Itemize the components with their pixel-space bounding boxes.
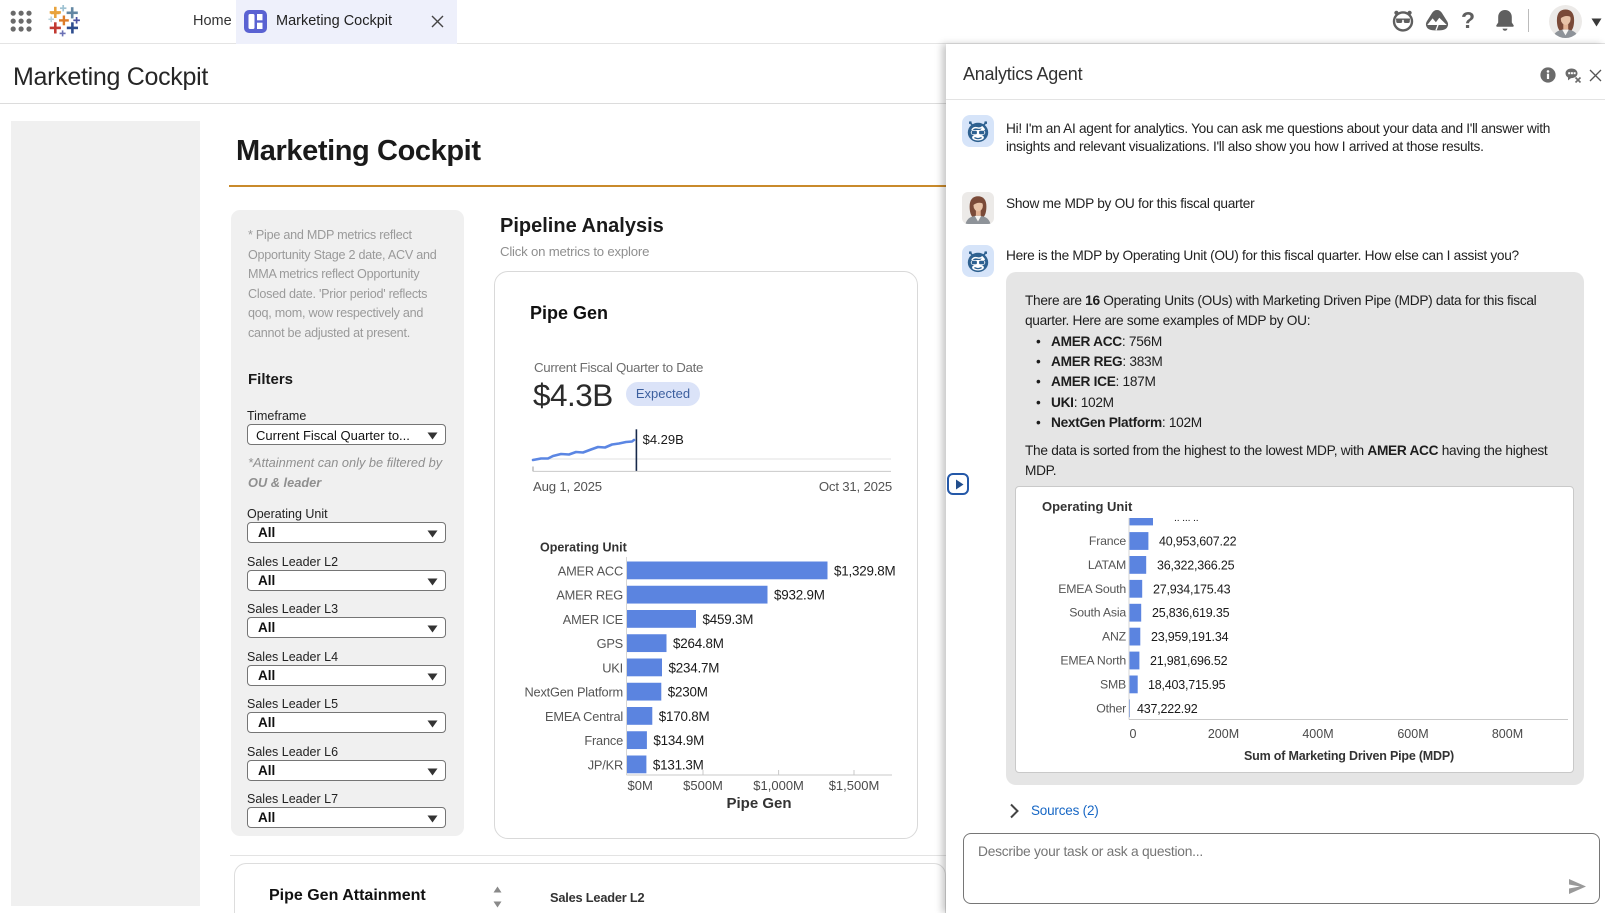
svg-text:$131.3M: $131.3M — [653, 757, 704, 772]
svg-text:UKI: UKI — [602, 660, 623, 675]
svg-text:EMEA South: EMEA South — [1058, 582, 1126, 596]
svg-text:18,403,715.95: 18,403,715.95 — [1148, 678, 1226, 692]
svg-text:$264.8M: $264.8M — [673, 636, 724, 651]
svg-text:Operating Unit: Operating Unit — [1042, 499, 1133, 514]
svg-text:France: France — [584, 733, 623, 748]
svg-text:$500M: $500M — [683, 778, 723, 793]
svg-text:40,953,607.22: 40,953,607.22 — [1159, 535, 1237, 549]
svg-text:600M: 600M — [1397, 727, 1428, 741]
svg-text:$230M: $230M — [668, 685, 708, 700]
svg-text:NextGen Platform: NextGen Platform — [524, 685, 623, 700]
svg-text:25,836,619.35: 25,836,619.35 — [1152, 606, 1230, 620]
svg-text:Aug 1, 2025: Aug 1, 2025 — [533, 479, 602, 494]
svg-text:27,934,175.43: 27,934,175.43 — [1153, 582, 1231, 596]
svg-text:EMEA Central: EMEA Central — [545, 709, 623, 724]
svg-text:23,959,191.34: 23,959,191.34 — [1151, 630, 1229, 644]
svg-text:Sum of Marketing Driven Pipe (: Sum of Marketing Driven Pipe (MDP) — [1244, 749, 1454, 763]
svg-text:21,981,696.52: 21,981,696.52 — [1150, 654, 1228, 668]
svg-text:$1,000M: $1,000M — [753, 778, 804, 793]
svg-text:.. ... ..: .. ... .. — [1174, 512, 1198, 524]
svg-text:ANZ: ANZ — [1102, 630, 1127, 644]
svg-text:36,322,366.25: 36,322,366.25 — [1157, 558, 1235, 572]
svg-text:437,222.92: 437,222.92 — [1137, 702, 1198, 716]
svg-text:JP/KR: JP/KR — [588, 757, 623, 772]
svg-text:SMB: SMB — [1100, 677, 1126, 691]
svg-text:Oct 31, 2025: Oct 31, 2025 — [819, 479, 892, 494]
svg-text:South Asia: South Asia — [1069, 606, 1126, 620]
svg-text:400M: 400M — [1302, 727, 1333, 741]
svg-text:$134.9M: $134.9M — [653, 733, 704, 748]
svg-text:$0M: $0M — [628, 778, 653, 793]
svg-text:$1,500M: $1,500M — [829, 778, 880, 793]
svg-text:AMER ICE: AMER ICE — [563, 612, 623, 627]
svg-text:GPS: GPS — [597, 636, 623, 651]
svg-text:$4.29B: $4.29B — [643, 432, 684, 447]
svg-text:France: France — [1089, 534, 1126, 548]
svg-text:800M: 800M — [1492, 727, 1523, 741]
svg-text:$459.3M: $459.3M — [703, 612, 754, 627]
svg-text:0: 0 — [1130, 727, 1137, 741]
svg-text:EMEA North: EMEA North — [1060, 654, 1126, 668]
svg-text:Pipe Gen: Pipe Gen — [726, 795, 791, 812]
svg-text:LATAM: LATAM — [1088, 558, 1126, 572]
svg-text:$1,329.8M: $1,329.8M — [834, 563, 896, 578]
svg-text:AMER REG: AMER REG — [556, 588, 623, 603]
svg-text:Other: Other — [1096, 701, 1126, 715]
svg-text:$234.7M: $234.7M — [669, 660, 720, 675]
svg-text:$932.9M: $932.9M — [774, 588, 825, 603]
svg-text:Operating Unit: Operating Unit — [540, 541, 628, 555]
svg-text:$170.8M: $170.8M — [659, 709, 710, 724]
svg-text:AMER ACC: AMER ACC — [558, 563, 623, 578]
svg-text:200M: 200M — [1208, 727, 1239, 741]
